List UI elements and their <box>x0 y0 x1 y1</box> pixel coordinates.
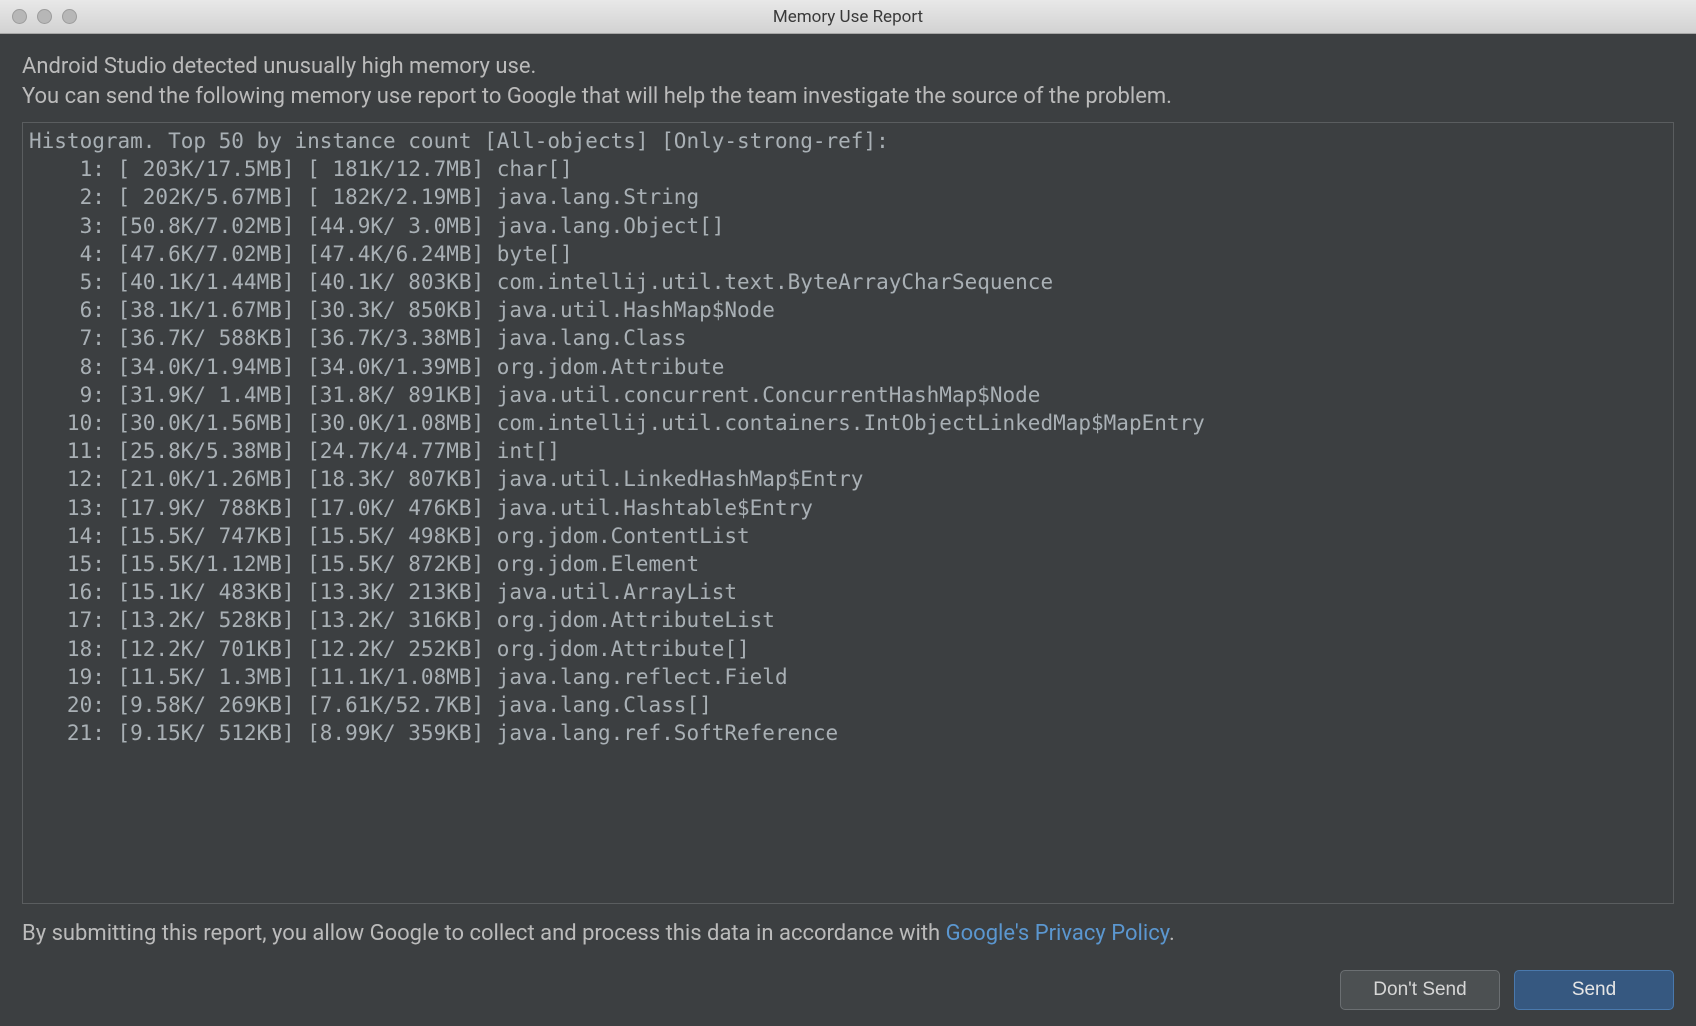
intro-line-1: Android Studio detected unusually high m… <box>22 52 1674 82</box>
titlebar: Memory Use Report <box>0 0 1696 34</box>
report-text-area[interactable]: Histogram. Top 50 by instance count [All… <box>22 122 1674 904</box>
dialog-content: Android Studio detected unusually high m… <box>0 34 1696 1026</box>
minimize-icon[interactable] <box>37 9 52 24</box>
privacy-policy-link[interactable]: Google's Privacy Policy <box>946 921 1169 946</box>
window-title: Memory Use Report <box>0 7 1696 27</box>
disclaimer-prefix: By submitting this report, you allow Goo… <box>22 921 946 946</box>
send-button[interactable]: Send <box>1514 970 1674 1010</box>
window-controls <box>12 9 77 24</box>
zoom-icon[interactable] <box>62 9 77 24</box>
intro-line-2: You can send the following memory use re… <box>22 82 1674 112</box>
dont-send-button[interactable]: Don't Send <box>1340 970 1500 1010</box>
button-row: Don't Send Send <box>22 970 1674 1010</box>
disclaimer-suffix: . <box>1169 921 1175 946</box>
privacy-disclaimer: By submitting this report, you allow Goo… <box>22 920 1674 948</box>
report-content: Histogram. Top 50 by instance count [All… <box>29 127 1667 747</box>
close-icon[interactable] <box>12 9 27 24</box>
dialog-window: Memory Use Report Android Studio detecte… <box>0 0 1696 1026</box>
intro-text: Android Studio detected unusually high m… <box>22 52 1674 112</box>
